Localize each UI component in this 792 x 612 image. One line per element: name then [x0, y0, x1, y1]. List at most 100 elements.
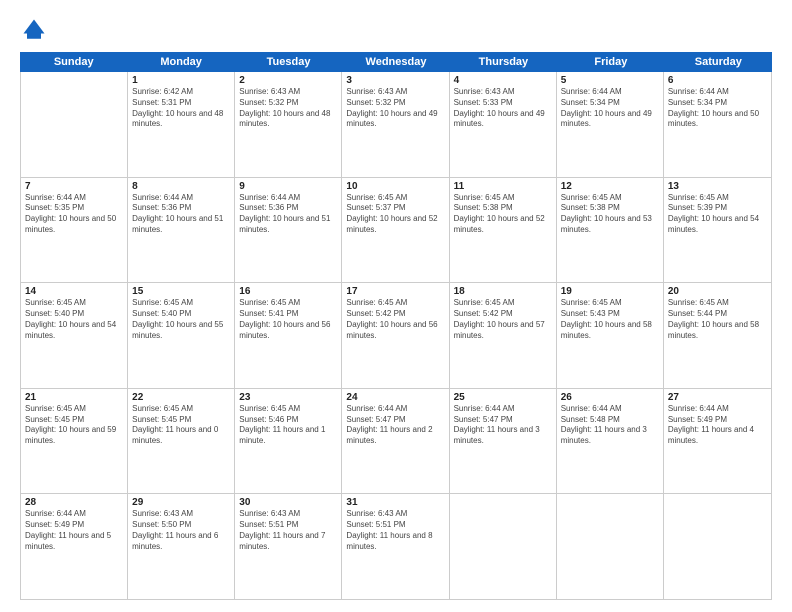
day-number: 25	[454, 392, 552, 403]
day-header-monday: Monday	[127, 52, 234, 72]
cell-details: Sunrise: 6:44 AM Sunset: 5:47 PM Dayligh…	[454, 404, 552, 447]
calendar-cell-17: 17Sunrise: 6:45 AM Sunset: 5:42 PM Dayli…	[342, 283, 449, 388]
cell-details: Sunrise: 6:43 AM Sunset: 5:32 PM Dayligh…	[346, 87, 444, 130]
calendar-cell-empty-0-0	[21, 72, 128, 177]
day-number: 4	[454, 75, 552, 86]
day-number: 21	[25, 392, 123, 403]
day-number: 6	[668, 75, 767, 86]
cell-details: Sunrise: 6:45 AM Sunset: 5:37 PM Dayligh…	[346, 193, 444, 236]
cell-details: Sunrise: 6:44 AM Sunset: 5:34 PM Dayligh…	[668, 87, 767, 130]
day-number: 14	[25, 286, 123, 297]
day-number: 31	[346, 497, 444, 508]
calendar-cell-21: 21Sunrise: 6:45 AM Sunset: 5:45 PM Dayli…	[21, 389, 128, 494]
day-number: 11	[454, 181, 552, 192]
calendar-cell-31: 31Sunrise: 6:43 AM Sunset: 5:51 PM Dayli…	[342, 494, 449, 599]
calendar-cell-16: 16Sunrise: 6:45 AM Sunset: 5:41 PM Dayli…	[235, 283, 342, 388]
day-number: 22	[132, 392, 230, 403]
cell-details: Sunrise: 6:44 AM Sunset: 5:36 PM Dayligh…	[132, 193, 230, 236]
day-number: 30	[239, 497, 337, 508]
calendar-cell-24: 24Sunrise: 6:44 AM Sunset: 5:47 PM Dayli…	[342, 389, 449, 494]
day-header-friday: Friday	[557, 52, 664, 72]
day-number: 10	[346, 181, 444, 192]
day-number: 12	[561, 181, 659, 192]
cell-details: Sunrise: 6:44 AM Sunset: 5:34 PM Dayligh…	[561, 87, 659, 130]
calendar-cell-22: 22Sunrise: 6:45 AM Sunset: 5:45 PM Dayli…	[128, 389, 235, 494]
cell-details: Sunrise: 6:43 AM Sunset: 5:32 PM Dayligh…	[239, 87, 337, 130]
calendar-cell-13: 13Sunrise: 6:45 AM Sunset: 5:39 PM Dayli…	[664, 178, 771, 283]
calendar-cell-8: 8Sunrise: 6:44 AM Sunset: 5:36 PM Daylig…	[128, 178, 235, 283]
calendar: SundayMondayTuesdayWednesdayThursdayFrid…	[20, 52, 772, 600]
cell-details: Sunrise: 6:44 AM Sunset: 5:35 PM Dayligh…	[25, 193, 123, 236]
day-number: 8	[132, 181, 230, 192]
calendar-row-4: 21Sunrise: 6:45 AM Sunset: 5:45 PM Dayli…	[21, 389, 771, 495]
cell-details: Sunrise: 6:45 AM Sunset: 5:40 PM Dayligh…	[25, 298, 123, 341]
calendar-cell-25: 25Sunrise: 6:44 AM Sunset: 5:47 PM Dayli…	[450, 389, 557, 494]
day-number: 27	[668, 392, 767, 403]
cell-details: Sunrise: 6:42 AM Sunset: 5:31 PM Dayligh…	[132, 87, 230, 130]
cell-details: Sunrise: 6:43 AM Sunset: 5:50 PM Dayligh…	[132, 509, 230, 552]
calendar-row-3: 14Sunrise: 6:45 AM Sunset: 5:40 PM Dayli…	[21, 283, 771, 389]
day-header-saturday: Saturday	[665, 52, 772, 72]
cell-details: Sunrise: 6:43 AM Sunset: 5:33 PM Dayligh…	[454, 87, 552, 130]
calendar-cell-6: 6Sunrise: 6:44 AM Sunset: 5:34 PM Daylig…	[664, 72, 771, 177]
calendar-cell-empty-4-4	[450, 494, 557, 599]
calendar-cell-11: 11Sunrise: 6:45 AM Sunset: 5:38 PM Dayli…	[450, 178, 557, 283]
day-number: 7	[25, 181, 123, 192]
cell-details: Sunrise: 6:43 AM Sunset: 5:51 PM Dayligh…	[239, 509, 337, 552]
calendar-cell-4: 4Sunrise: 6:43 AM Sunset: 5:33 PM Daylig…	[450, 72, 557, 177]
day-number: 20	[668, 286, 767, 297]
calendar-row-5: 28Sunrise: 6:44 AM Sunset: 5:49 PM Dayli…	[21, 494, 771, 599]
day-number: 2	[239, 75, 337, 86]
day-number: 9	[239, 181, 337, 192]
cell-details: Sunrise: 6:45 AM Sunset: 5:40 PM Dayligh…	[132, 298, 230, 341]
calendar-cell-empty-4-6	[664, 494, 771, 599]
day-number: 5	[561, 75, 659, 86]
cell-details: Sunrise: 6:45 AM Sunset: 5:44 PM Dayligh…	[668, 298, 767, 341]
day-header-sunday: Sunday	[20, 52, 127, 72]
cell-details: Sunrise: 6:44 AM Sunset: 5:49 PM Dayligh…	[668, 404, 767, 447]
cell-details: Sunrise: 6:45 AM Sunset: 5:38 PM Dayligh…	[454, 193, 552, 236]
day-number: 24	[346, 392, 444, 403]
day-number: 17	[346, 286, 444, 297]
day-number: 19	[561, 286, 659, 297]
day-number: 26	[561, 392, 659, 403]
cell-details: Sunrise: 6:44 AM Sunset: 5:47 PM Dayligh…	[346, 404, 444, 447]
page: SundayMondayTuesdayWednesdayThursdayFrid…	[0, 0, 792, 612]
calendar-cell-26: 26Sunrise: 6:44 AM Sunset: 5:48 PM Dayli…	[557, 389, 664, 494]
calendar-row-1: 1Sunrise: 6:42 AM Sunset: 5:31 PM Daylig…	[21, 72, 771, 178]
day-number: 29	[132, 497, 230, 508]
calendar-cell-19: 19Sunrise: 6:45 AM Sunset: 5:43 PM Dayli…	[557, 283, 664, 388]
day-header-thursday: Thursday	[450, 52, 557, 72]
header	[20, 16, 772, 44]
calendar-cell-9: 9Sunrise: 6:44 AM Sunset: 5:36 PM Daylig…	[235, 178, 342, 283]
cell-details: Sunrise: 6:45 AM Sunset: 5:38 PM Dayligh…	[561, 193, 659, 236]
day-number: 18	[454, 286, 552, 297]
day-number: 15	[132, 286, 230, 297]
calendar-grid: 1Sunrise: 6:42 AM Sunset: 5:31 PM Daylig…	[20, 72, 772, 600]
day-header-wednesday: Wednesday	[342, 52, 449, 72]
cell-details: Sunrise: 6:45 AM Sunset: 5:39 PM Dayligh…	[668, 193, 767, 236]
cell-details: Sunrise: 6:45 AM Sunset: 5:41 PM Dayligh…	[239, 298, 337, 341]
calendar-cell-1: 1Sunrise: 6:42 AM Sunset: 5:31 PM Daylig…	[128, 72, 235, 177]
day-number: 13	[668, 181, 767, 192]
calendar-cell-29: 29Sunrise: 6:43 AM Sunset: 5:50 PM Dayli…	[128, 494, 235, 599]
calendar-cell-28: 28Sunrise: 6:44 AM Sunset: 5:49 PM Dayli…	[21, 494, 128, 599]
day-number: 28	[25, 497, 123, 508]
calendar-cell-10: 10Sunrise: 6:45 AM Sunset: 5:37 PM Dayli…	[342, 178, 449, 283]
day-number: 3	[346, 75, 444, 86]
day-number: 1	[132, 75, 230, 86]
day-number: 23	[239, 392, 337, 403]
cell-details: Sunrise: 6:45 AM Sunset: 5:42 PM Dayligh…	[454, 298, 552, 341]
calendar-cell-27: 27Sunrise: 6:44 AM Sunset: 5:49 PM Dayli…	[664, 389, 771, 494]
calendar-row-2: 7Sunrise: 6:44 AM Sunset: 5:35 PM Daylig…	[21, 178, 771, 284]
calendar-cell-18: 18Sunrise: 6:45 AM Sunset: 5:42 PM Dayli…	[450, 283, 557, 388]
logo-icon	[20, 16, 48, 44]
cell-details: Sunrise: 6:44 AM Sunset: 5:36 PM Dayligh…	[239, 193, 337, 236]
calendar-cell-3: 3Sunrise: 6:43 AM Sunset: 5:32 PM Daylig…	[342, 72, 449, 177]
calendar-cell-14: 14Sunrise: 6:45 AM Sunset: 5:40 PM Dayli…	[21, 283, 128, 388]
calendar-cell-30: 30Sunrise: 6:43 AM Sunset: 5:51 PM Dayli…	[235, 494, 342, 599]
cell-details: Sunrise: 6:45 AM Sunset: 5:42 PM Dayligh…	[346, 298, 444, 341]
calendar-cell-20: 20Sunrise: 6:45 AM Sunset: 5:44 PM Dayli…	[664, 283, 771, 388]
cell-details: Sunrise: 6:45 AM Sunset: 5:43 PM Dayligh…	[561, 298, 659, 341]
cell-details: Sunrise: 6:44 AM Sunset: 5:48 PM Dayligh…	[561, 404, 659, 447]
